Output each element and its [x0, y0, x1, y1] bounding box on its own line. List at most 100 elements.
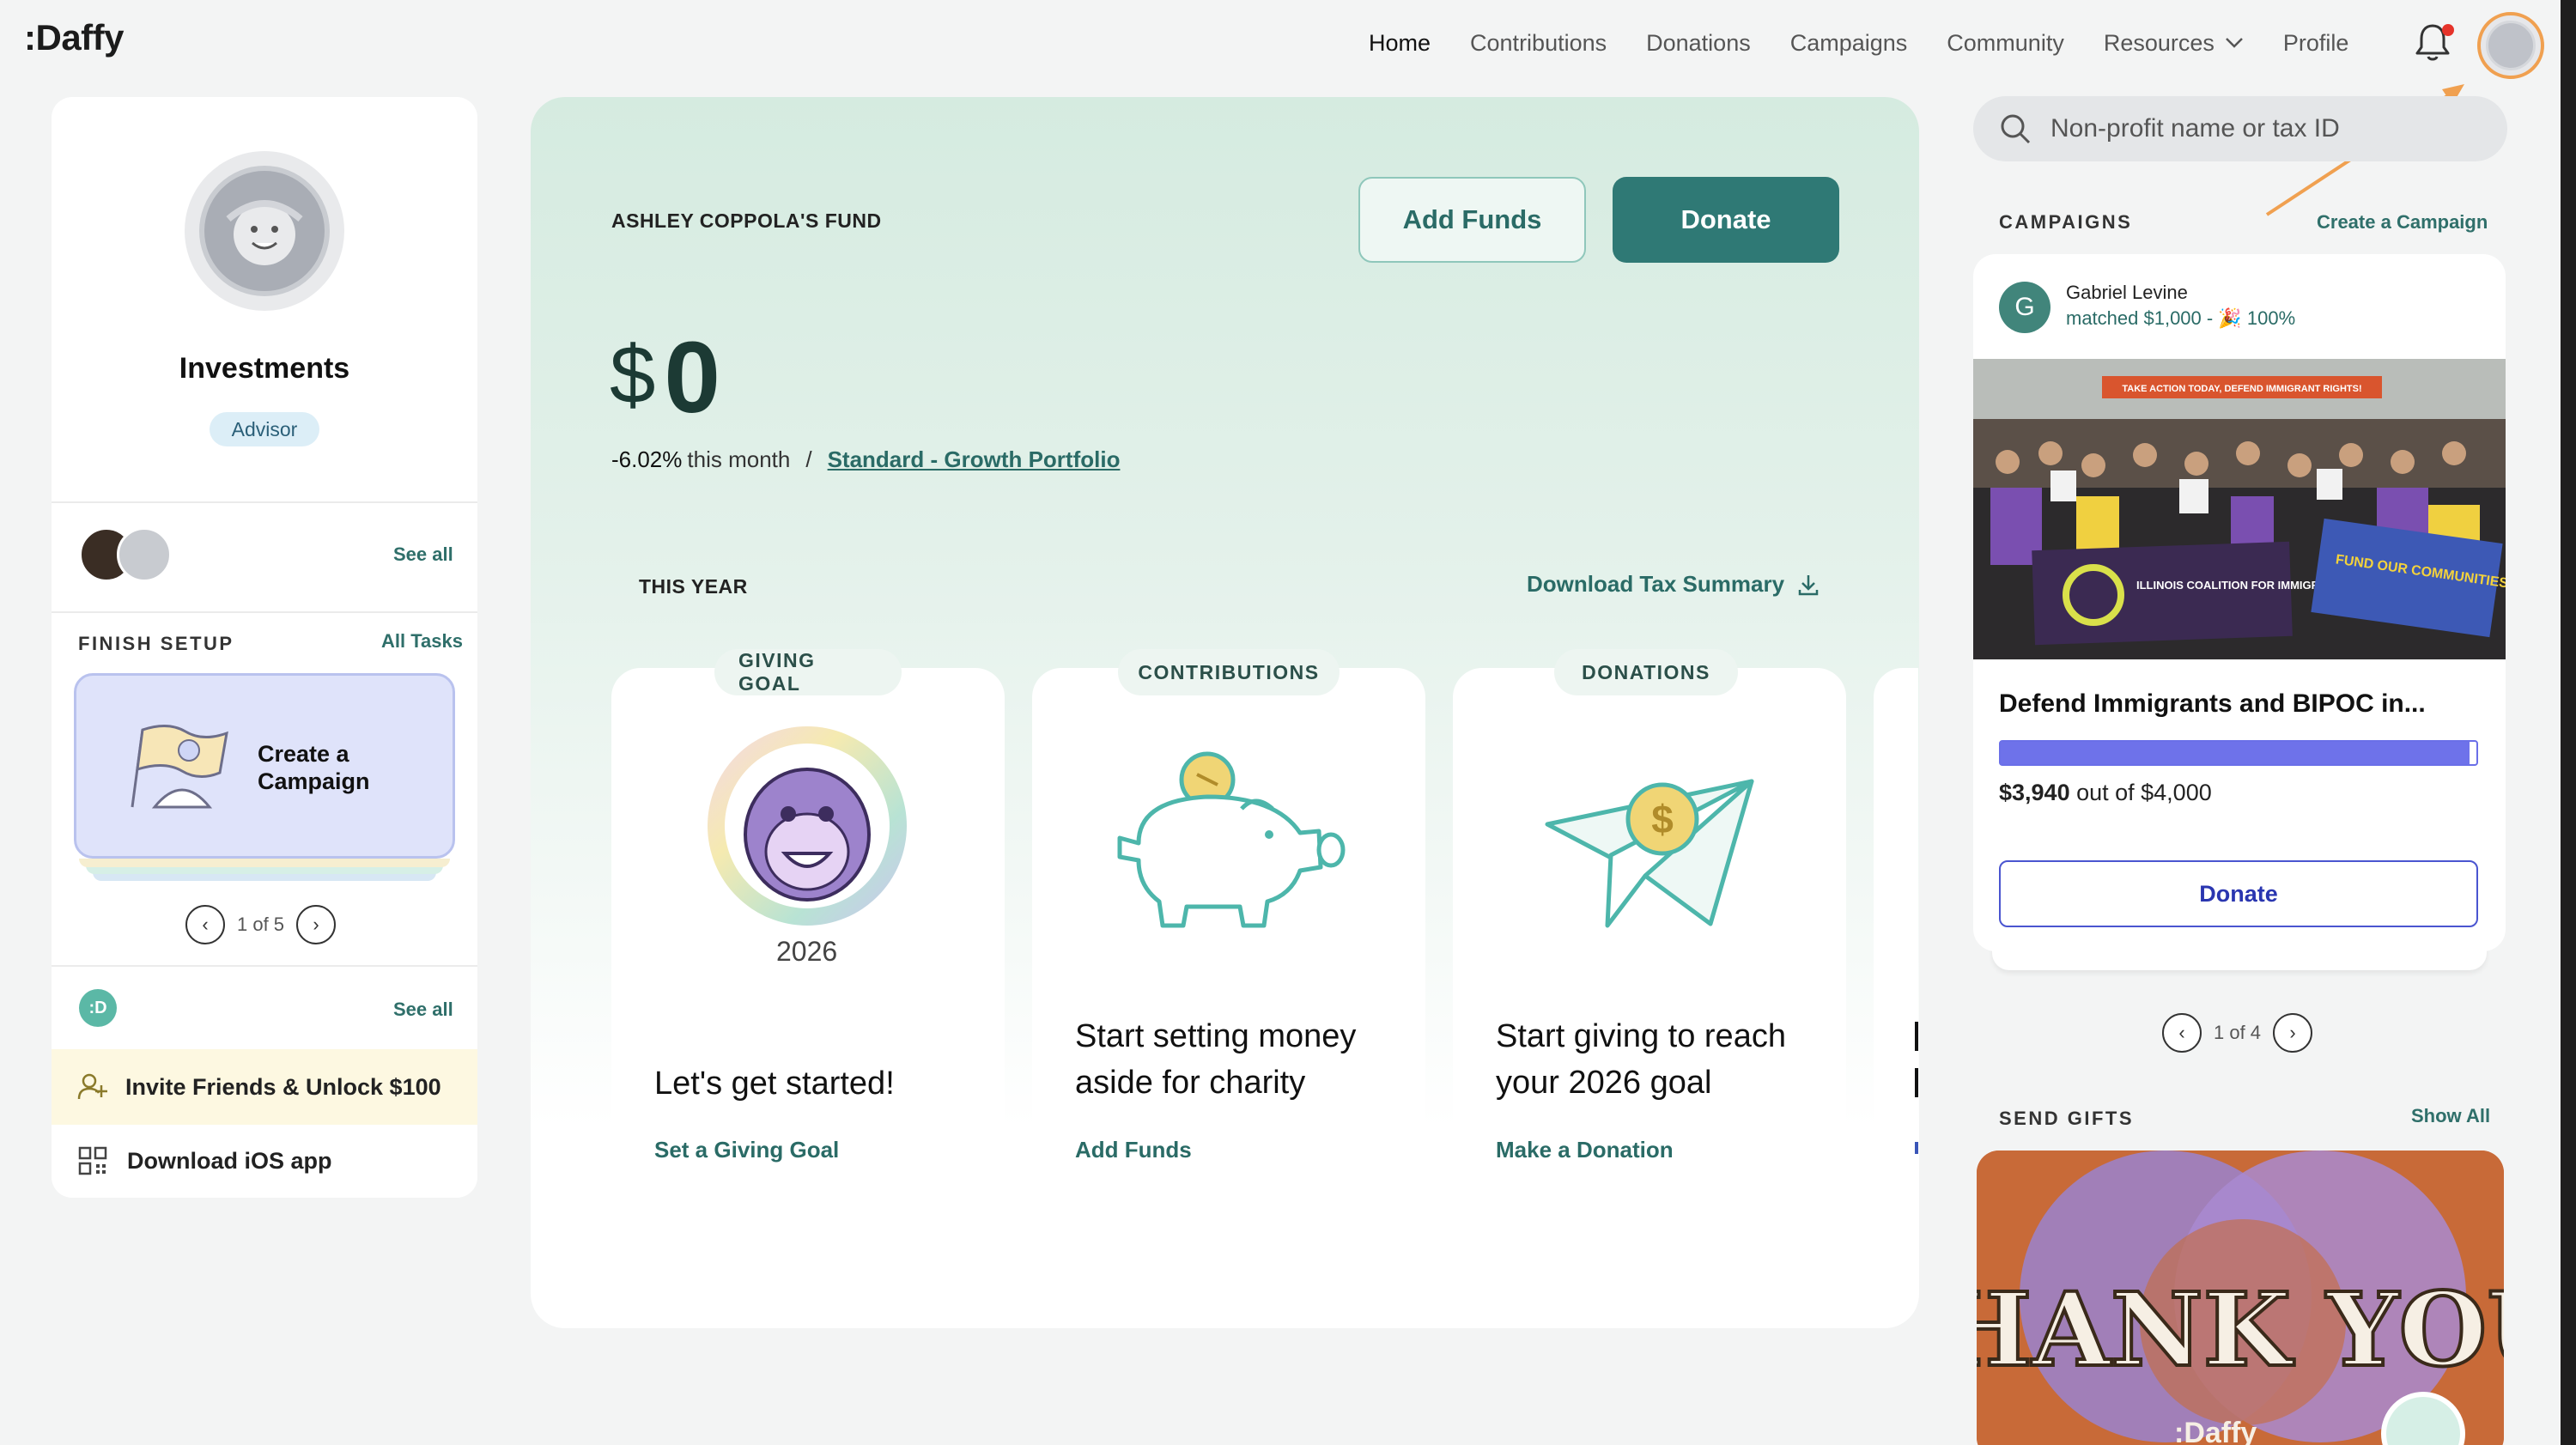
- card-heading: Start setting money aside for charity: [1075, 1018, 1357, 1101]
- setup-pager-text: 1 of 5: [237, 914, 285, 935]
- gorilla-goal-badge-icon: [708, 726, 907, 926]
- daffy-see-all-link[interactable]: See all: [393, 999, 453, 1021]
- campaign-photo[interactable]: TAKE ACTION TODAY, DEFEND IMMIGRANT RIGH…: [1973, 359, 2506, 659]
- campaign-user-avatar: G: [1999, 282, 2050, 333]
- finish-setup-label: FINISH SETUP: [78, 633, 234, 654]
- add-funds-link[interactable]: Add Funds: [1075, 1137, 1192, 1163]
- set-giving-goal-link[interactable]: Set a Giving Goal: [654, 1137, 839, 1163]
- separator: /: [805, 446, 812, 472]
- avatar-image: [2486, 21, 2536, 70]
- prev-button[interactable]: ‹: [185, 905, 225, 944]
- campaign-progress-bar: [1999, 740, 2478, 766]
- this-year-label: THIS YEAR: [639, 575, 748, 598]
- campaigns-label: CAMPAIGNS: [1999, 211, 2133, 233]
- member-avatar[interactable]: [117, 527, 172, 582]
- setup-card-title: Create a Campaign: [258, 741, 370, 794]
- prev-button[interactable]: ‹: [2162, 1013, 2202, 1053]
- all-tasks-link[interactable]: All Tasks: [381, 630, 463, 653]
- portfolio-link[interactable]: Standard - Growth Portfolio: [828, 446, 1121, 473]
- goal-year: 2026: [776, 936, 838, 967]
- divider: [52, 501, 477, 503]
- daffy-badge-icon: :D: [79, 989, 117, 1027]
- fund-balance: $ 0: [610, 319, 720, 436]
- paper-plane-icon: $: [1545, 779, 1754, 928]
- card-heading: Start giving to reach your 2026 goal: [1496, 1018, 1786, 1101]
- make-donation-link[interactable]: Make a Donation: [1496, 1137, 1674, 1163]
- progress-fill: [2001, 742, 2470, 764]
- search-icon: [2001, 114, 2031, 144]
- fund-name: ASHLEY COPPOLA'S FUND: [611, 209, 882, 232]
- card-stack-layer: [79, 859, 450, 867]
- download-tax-summary-link[interactable]: Download Tax Summary: [1527, 571, 1820, 598]
- campaign-pager: ‹ 1 of 4 ›: [2162, 1013, 2313, 1053]
- party-emoji-icon: 🎉: [2218, 307, 2242, 329]
- role-badge: Advisor: [210, 412, 319, 446]
- profile-name: Investments: [179, 352, 350, 385]
- search-input[interactable]: [2050, 114, 2480, 143]
- piggy-bank-icon: [1117, 751, 1346, 928]
- partial-card-link: [1915, 1142, 1918, 1154]
- card-tag: DONATIONS: [1554, 649, 1738, 695]
- campaign-raised: $3,940 out of $4,000: [1999, 780, 2212, 806]
- card-tag: GIVING GOAL: [714, 649, 902, 695]
- match-amount: matched $1,000 -: [2066, 307, 2219, 329]
- partial-card-text: [1915, 1068, 1918, 1097]
- setup-pager: ‹ 1 of 5 ›: [185, 905, 337, 944]
- balance-change: -6.02% this month / Standard - Growth Po…: [611, 446, 1120, 473]
- tax-summary-label: Download Tax Summary: [1527, 571, 1785, 597]
- search-bar[interactable]: [1973, 96, 2507, 161]
- campaign-donate-button[interactable]: Donate: [1999, 860, 2478, 927]
- gift-card[interactable]: THANK YOU! :Daffy: [1977, 1151, 2504, 1445]
- add-funds-button[interactable]: Add Funds: [1358, 177, 1586, 263]
- send-gifts-label: SEND GIFTS: [1999, 1108, 2135, 1129]
- nav-contributions[interactable]: Contributions: [1470, 30, 1607, 57]
- balance-value: 0: [664, 321, 721, 434]
- members-see-all-link[interactable]: See all: [393, 543, 453, 566]
- nav-resources[interactable]: Resources: [2104, 30, 2244, 57]
- change-value: -6.02%: [611, 446, 683, 472]
- card-heading: Let's get started!: [654, 1066, 895, 1102]
- invite-label: Invite Friends & Unlock $100: [125, 1073, 441, 1100]
- flag-campaign-icon: [131, 725, 228, 809]
- partial-card[interactable]: [1874, 668, 1918, 1217]
- add-user-icon: [77, 1073, 107, 1100]
- profile-avatar-image: [199, 166, 330, 296]
- nav-donations[interactable]: Donations: [1646, 30, 1751, 57]
- change-suffix: this month: [687, 446, 791, 472]
- match-percent: 100%: [2246, 307, 2296, 329]
- notification-dot: [2442, 24, 2454, 36]
- card-tag: CONTRIBUTIONS: [1118, 649, 1340, 695]
- divider: [52, 965, 477, 967]
- invite-friends-row[interactable]: Invite Friends & Unlock $100: [52, 1049, 477, 1125]
- divider: [52, 611, 477, 613]
- partial-card-text: [1915, 1022, 1918, 1051]
- gift-card-text: THANK YOU!: [1977, 1270, 2504, 1389]
- nav-campaigns[interactable]: Campaigns: [1790, 30, 1908, 57]
- ios-label: Download iOS app: [127, 1147, 332, 1174]
- create-campaign-link[interactable]: Create a Campaign: [2317, 211, 2488, 234]
- nav-community[interactable]: Community: [1947, 30, 2064, 57]
- campaign-title[interactable]: Defend Immigrants and BIPOC in...: [1999, 689, 2426, 719]
- show-all-gifts-link[interactable]: Show All: [2411, 1105, 2490, 1127]
- chevron-down-icon: [2226, 38, 2243, 48]
- gift-card-brand: :Daffy: [2174, 1417, 2257, 1445]
- donations-card[interactable]: [1453, 668, 1846, 1217]
- download-ios-row[interactable]: Download iOS app: [52, 1125, 477, 1197]
- user-avatar[interactable]: [2477, 12, 2544, 79]
- donate-button[interactable]: Donate: [1613, 177, 1839, 263]
- download-icon: [1798, 574, 1819, 595]
- nav-profile[interactable]: Profile: [2283, 30, 2349, 57]
- top-nav: Home Contributions Donations Campaigns C…: [1369, 26, 2388, 60]
- next-button[interactable]: ›: [2273, 1013, 2313, 1053]
- campaign-match-text: matched $1,000 - 🎉 100%: [2066, 307, 2295, 330]
- profile-avatar[interactable]: [185, 151, 344, 311]
- next-button[interactable]: ›: [296, 905, 337, 944]
- currency-symbol: $: [610, 329, 656, 421]
- window-edge: [2561, 0, 2576, 1445]
- campaign-pager-text: 1 of 4: [2214, 1022, 2262, 1043]
- svg-text:$: $: [1651, 797, 1674, 841]
- nav-home[interactable]: Home: [1369, 30, 1431, 57]
- campaign-user-name[interactable]: Gabriel Levine: [2066, 282, 2188, 304]
- daffy-logo[interactable]: :Daffy: [24, 17, 125, 58]
- raised-goal: out of $4,000: [2069, 780, 2212, 805]
